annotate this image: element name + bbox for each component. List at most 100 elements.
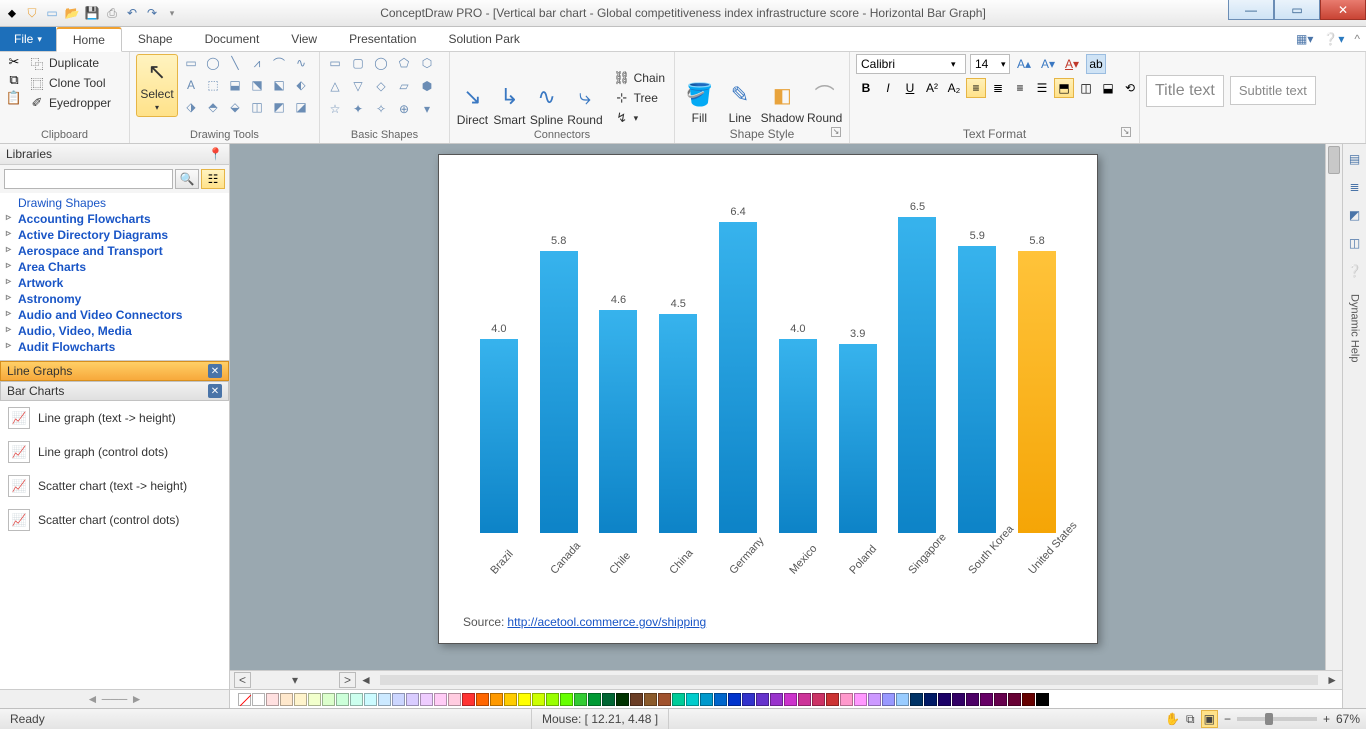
- text-rotate-icon[interactable]: ⟲: [1120, 78, 1140, 98]
- font-family-input[interactable]: [861, 57, 947, 71]
- rail-help-icon[interactable]: ❔: [1346, 262, 1364, 280]
- color-swatch[interactable]: [854, 693, 867, 706]
- maximize-button[interactable]: ▭: [1274, 0, 1320, 20]
- highlight-icon[interactable]: ab: [1086, 54, 1106, 74]
- sidebar-hscroll[interactable]: ◄ ─── ►: [0, 689, 229, 708]
- shape-list-item[interactable]: 📈Line graph (control dots): [0, 435, 229, 469]
- color-swatch[interactable]: [476, 693, 489, 706]
- valign-bot-icon[interactable]: ⬓: [1098, 78, 1118, 98]
- color-swatch[interactable]: [952, 693, 965, 706]
- color-swatch[interactable]: [560, 693, 573, 706]
- color-swatch[interactable]: [308, 693, 321, 706]
- shrink-font-icon[interactable]: A▾: [1038, 54, 1058, 74]
- tree-toggle-button[interactable]: ☷: [201, 169, 225, 189]
- zoom-slider[interactable]: [1237, 717, 1317, 721]
- color-swatch[interactable]: [322, 693, 335, 706]
- library-tree-node[interactable]: Drawing Shapes: [0, 195, 229, 211]
- color-swatch[interactable]: [378, 693, 391, 706]
- color-swatch[interactable]: [756, 693, 769, 706]
- superscript-icon[interactable]: A²: [922, 78, 942, 98]
- color-swatch[interactable]: [994, 693, 1007, 706]
- color-swatch[interactable]: [588, 693, 601, 706]
- duplicate-button[interactable]: ⿻Duplicate: [26, 54, 114, 72]
- rail-layers-icon[interactable]: ≣: [1346, 178, 1364, 196]
- library-tree-node[interactable]: Accounting Flowcharts: [0, 211, 229, 227]
- hscroll-right[interactable]: ►: [1326, 673, 1338, 687]
- color-swatch[interactable]: [924, 693, 937, 706]
- zoom-region-icon[interactable]: ⧉: [1186, 712, 1195, 727]
- clone-button[interactable]: ⿴Clone Tool: [26, 74, 114, 92]
- color-swatch[interactable]: [616, 693, 629, 706]
- zoom-value[interactable]: 67%: [1336, 712, 1360, 726]
- cut-icon[interactable]: ✂: [6, 54, 22, 70]
- color-swatch[interactable]: [532, 693, 545, 706]
- tab-shape[interactable]: Shape: [122, 27, 189, 51]
- color-swatch[interactable]: [462, 693, 475, 706]
- color-swatch[interactable]: [966, 693, 979, 706]
- library-tree-node[interactable]: Area Charts: [0, 259, 229, 275]
- color-swatch[interactable]: [336, 693, 349, 706]
- line-button[interactable]: ✎Line: [722, 82, 759, 125]
- shield-icon[interactable]: ⛉: [24, 5, 40, 21]
- pin-icon[interactable]: 📍: [208, 147, 223, 161]
- line-icon[interactable]: ╲: [226, 54, 244, 72]
- chain-button[interactable]: ⛓Chain: [611, 69, 668, 87]
- color-swatch[interactable]: [294, 693, 307, 706]
- basic-shapes-gallery[interactable]: ▭▢◯⬠⬡ △▽◇▱⬢ ☆✦✧⊕▾: [326, 54, 436, 118]
- round-connector-button[interactable]: ⤷Round: [567, 84, 602, 127]
- library-tree-node[interactable]: Active Directory Diagrams: [0, 227, 229, 243]
- close-button[interactable]: ✕: [1320, 0, 1366, 20]
- color-swatch[interactable]: [406, 693, 419, 706]
- font-size-combo[interactable]: ▾: [970, 54, 1010, 74]
- undo-icon[interactable]: ↶: [124, 5, 140, 21]
- rail-prop-icon[interactable]: ◩: [1346, 206, 1364, 224]
- color-swatch[interactable]: [546, 693, 559, 706]
- color-swatch[interactable]: [448, 693, 461, 706]
- select-tool-button[interactable]: ↖ Select ▾: [136, 54, 178, 117]
- library-tree-node[interactable]: Astronomy: [0, 291, 229, 307]
- color-swatch[interactable]: [910, 693, 923, 706]
- color-swatch[interactable]: [364, 693, 377, 706]
- library-tree-node[interactable]: Audio, Video, Media: [0, 323, 229, 339]
- color-swatch[interactable]: [938, 693, 951, 706]
- color-swatch[interactable]: [420, 693, 433, 706]
- color-swatch[interactable]: [280, 693, 293, 706]
- paste-icon[interactable]: 📋: [6, 90, 22, 106]
- arc-icon[interactable]: ⌒: [270, 54, 288, 72]
- shape-list-item[interactable]: 📈Scatter chart (control dots): [0, 503, 229, 537]
- color-swatch[interactable]: [518, 693, 531, 706]
- color-swatch[interactable]: [238, 693, 251, 706]
- valign-mid-icon[interactable]: ◫: [1076, 78, 1096, 98]
- spline-connector-button[interactable]: ∿Spline: [530, 84, 563, 127]
- help-icon[interactable]: ❔▾: [1323, 32, 1344, 46]
- color-swatch[interactable]: [252, 693, 265, 706]
- accordion-bar-charts[interactable]: Bar Charts✕: [0, 381, 229, 401]
- color-swatch[interactable]: [658, 693, 671, 706]
- color-swatch[interactable]: [392, 693, 405, 706]
- color-swatch[interactable]: [504, 693, 517, 706]
- shape-list-item[interactable]: 📈Scatter chart (text -> height): [0, 469, 229, 503]
- round-corners-button[interactable]: ⌒Round: [806, 79, 843, 125]
- search-button[interactable]: 🔍: [175, 169, 199, 189]
- color-swatch[interactable]: [784, 693, 797, 706]
- drawing-shape-gallery[interactable]: ▭◯╲⩘⌒∿ A⬚⬓⬔⬕⬖ ⬗⬘⬙◫◩◪: [182, 54, 310, 116]
- collapse-ribbon-icon[interactable]: ^: [1354, 32, 1360, 46]
- color-swatch[interactable]: [980, 693, 993, 706]
- shape-list-item[interactable]: 📈Line graph (text -> height): [0, 401, 229, 435]
- smart-connector-button[interactable]: ↳Smart: [493, 84, 526, 127]
- ellipse-icon[interactable]: ◯: [204, 54, 222, 72]
- valign-top-icon[interactable]: ⬒: [1054, 78, 1074, 98]
- library-search-input[interactable]: [4, 169, 173, 189]
- font-color-icon[interactable]: A▾: [1062, 54, 1082, 74]
- open-icon[interactable]: 📂: [64, 5, 80, 21]
- hscroll-left[interactable]: ◄: [360, 673, 372, 687]
- window-list-icon[interactable]: ▦▾: [1296, 32, 1313, 46]
- color-swatch[interactable]: [770, 693, 783, 706]
- library-tree-node[interactable]: Audio and Video Connectors: [0, 307, 229, 323]
- library-tree-node[interactable]: Artwork: [0, 275, 229, 291]
- library-tree[interactable]: Drawing ShapesAccounting FlowchartsActiv…: [0, 193, 229, 361]
- file-tab[interactable]: File▾: [0, 27, 56, 51]
- polyline-icon[interactable]: ⩘: [248, 54, 266, 72]
- library-tree-node[interactable]: Audit Flowcharts: [0, 339, 229, 355]
- eyedropper-button[interactable]: ✐Eyedropper: [26, 94, 114, 112]
